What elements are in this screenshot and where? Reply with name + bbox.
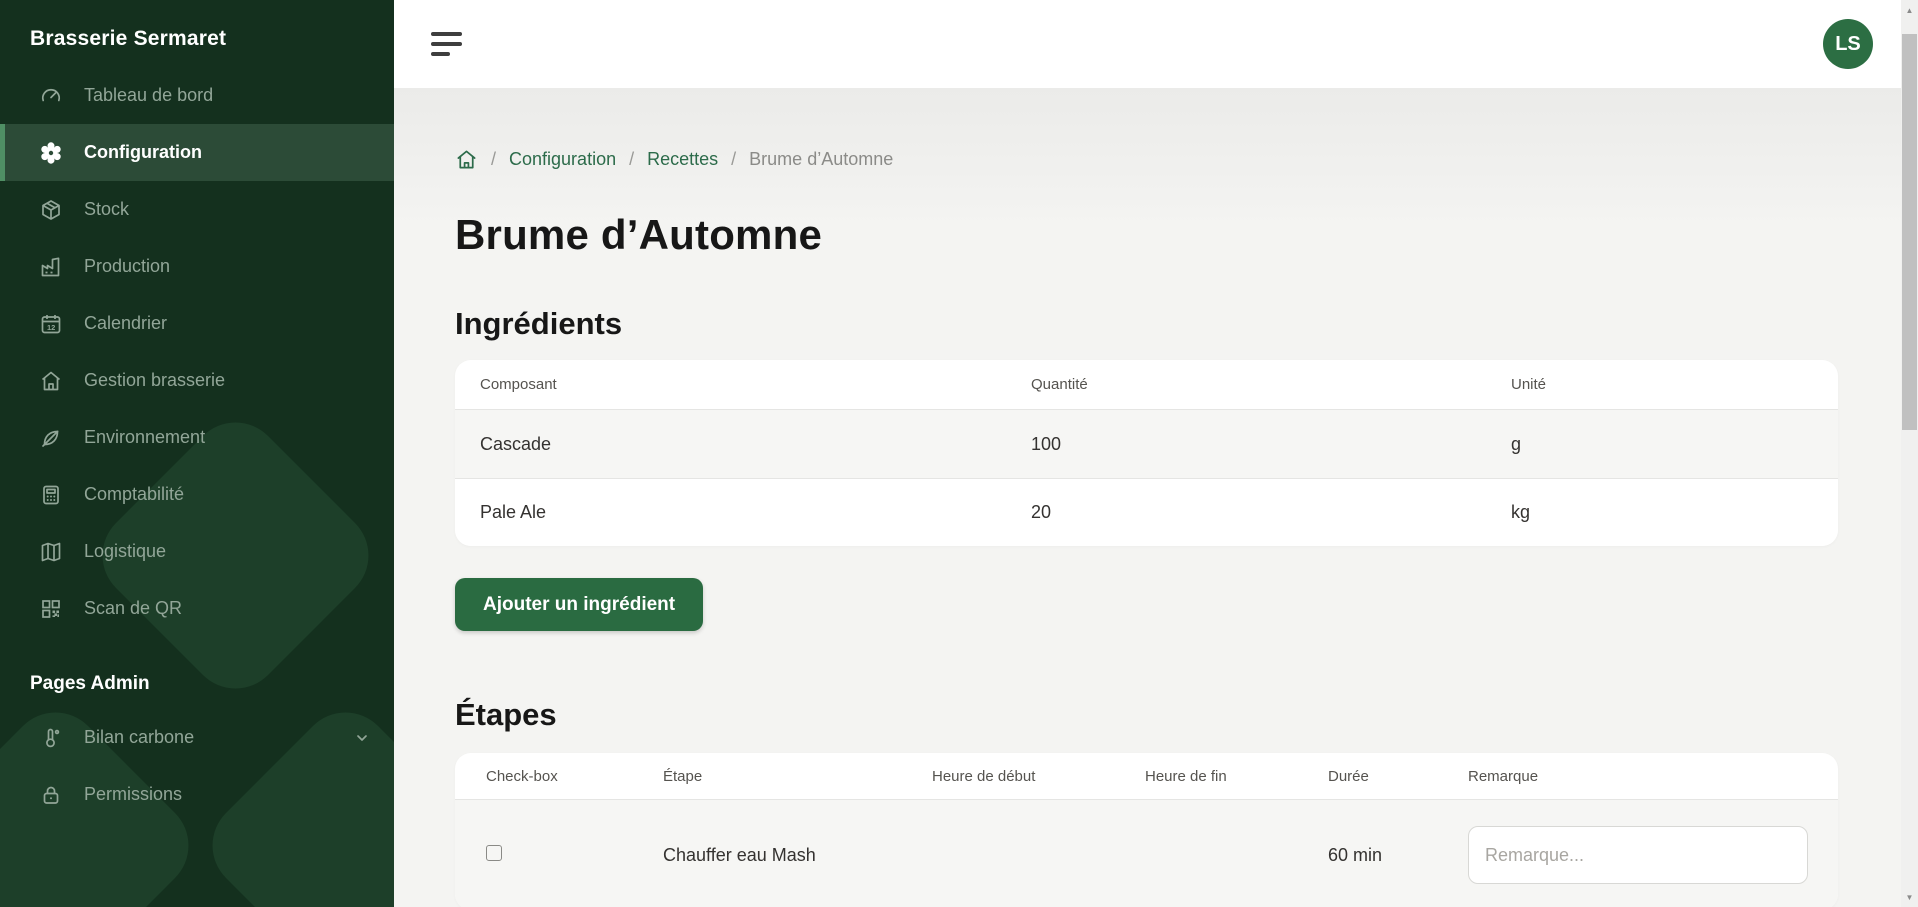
brand-title: Brasserie Sermaret <box>0 0 394 51</box>
topbar: LS <box>394 0 1901 88</box>
main-area: LS / Configuration / Recettes / Brume d’… <box>394 0 1901 907</box>
column-header-quantite: Quantité <box>1006 376 1486 393</box>
calendar-icon: 12 <box>39 312 63 336</box>
box-icon <box>39 198 63 222</box>
cell-unite: g <box>1486 434 1838 455</box>
sidebar-item-label: Comptabilité <box>84 484 184 505</box>
steps-table-header: Check-box Étape Heure de début Heure de … <box>455 753 1838 800</box>
step-row: Chauffer eau Mash 60 min <box>455 800 1838 907</box>
sidebar-item-logistique[interactable]: Logistique <box>0 523 394 580</box>
sidebar-item-label: Tableau de bord <box>84 85 213 106</box>
breadcrumb-separator: / <box>491 149 496 170</box>
leaf-icon <box>39 426 63 450</box>
step-checkbox[interactable] <box>486 845 502 861</box>
sidebar-item-comptabilite[interactable]: Comptabilité <box>0 466 394 523</box>
breadcrumb-separator: / <box>629 149 634 170</box>
scrollbar-up-arrow[interactable]: ▲ <box>1901 2 1918 18</box>
sidebar-item-label: Configuration <box>84 142 202 163</box>
sidebar-item-bilan-carbone[interactable]: Bilan carbone <box>0 709 394 766</box>
cell-composant: Cascade <box>455 434 1006 455</box>
ingredients-table: Composant Quantité Unité Cascade 100 g P… <box>455 360 1838 546</box>
cell-unite: kg <box>1486 502 1838 523</box>
column-header-remarque: Remarque <box>1437 768 1838 785</box>
sidebar-item-production[interactable]: Production <box>0 238 394 295</box>
sidebar-item-tableau-de-bord[interactable]: Tableau de bord <box>0 67 394 124</box>
sidebar-item-label: Calendrier <box>84 313 167 334</box>
scrollbar-down-arrow[interactable]: ▼ <box>1901 889 1918 905</box>
gauge-icon <box>39 84 63 108</box>
ingredients-heading: Ingrédients <box>455 306 1838 342</box>
sidebar-item-label: Production <box>84 256 170 277</box>
sidebar-item-label: Logistique <box>84 541 166 562</box>
sidebar-admin-nav: Bilan carbone Permissions <box>0 709 394 823</box>
sidebar-item-label: Gestion brasserie <box>84 370 225 391</box>
sidebar: Brasserie Sermaret Tableau de bord <box>0 0 394 907</box>
column-header-etape: Étape <box>632 768 901 785</box>
sidebar-item-label: Bilan carbone <box>84 727 194 748</box>
breadcrumb: / Configuration / Recettes / Brume d’Aut… <box>455 148 1838 171</box>
qr-icon <box>39 597 63 621</box>
cell-quantite: 100 <box>1006 434 1486 455</box>
thermometer-icon <box>39 726 63 750</box>
ingredient-row: Pale Ale 20 kg <box>455 479 1838 546</box>
page-content: / Configuration / Recettes / Brume d’Aut… <box>394 88 1901 907</box>
home-icon <box>39 369 63 393</box>
column-header-unite: Unité <box>1486 376 1838 393</box>
sidebar-item-label: Scan de QR <box>84 598 182 619</box>
sidebar-item-label: Stock <box>84 199 129 220</box>
column-header-composant: Composant <box>455 376 1006 393</box>
hamburger-menu-button[interactable] <box>431 32 462 56</box>
user-avatar[interactable]: LS <box>1823 19 1873 69</box>
sidebar-section-pages-admin: Pages Admin <box>0 637 394 695</box>
column-header-heure-fin: Heure de fin <box>1114 768 1297 785</box>
sidebar-item-gestion-brasserie[interactable]: Gestion brasserie <box>0 352 394 409</box>
sidebar-nav: Tableau de bord Configuration <box>0 67 394 637</box>
cell-duree: 60 min <box>1297 845 1437 866</box>
column-header-checkbox: Check-box <box>455 768 632 785</box>
vertical-scrollbar[interactable]: ▲ ▼ <box>1901 0 1918 907</box>
breadcrumb-link-recettes[interactable]: Recettes <box>647 149 718 170</box>
remark-input[interactable] <box>1468 826 1808 884</box>
map-icon <box>39 540 63 564</box>
sidebar-item-label: Permissions <box>84 784 182 805</box>
gear-icon <box>39 141 63 165</box>
steps-table: Check-box Étape Heure de début Heure de … <box>455 753 1838 907</box>
sidebar-item-permissions[interactable]: Permissions <box>0 766 394 823</box>
sidebar-item-environnement[interactable]: Environnement <box>0 409 394 466</box>
breadcrumb-current: Brume d’Automne <box>749 149 893 170</box>
sidebar-item-scan-de-qr[interactable]: Scan de QR <box>0 580 394 637</box>
cell-etape: Chauffer eau Mash <box>632 845 901 866</box>
column-header-duree: Durée <box>1297 768 1437 785</box>
chevron-down-icon <box>354 730 370 746</box>
cell-quantite: 20 <box>1006 502 1486 523</box>
sidebar-item-label: Environnement <box>84 427 205 448</box>
breadcrumb-home-icon[interactable] <box>455 148 478 171</box>
sidebar-item-calendrier[interactable]: 12 Calendrier <box>0 295 394 352</box>
factory-icon <box>39 255 63 279</box>
lock-icon <box>39 783 63 807</box>
add-ingredient-button[interactable]: Ajouter un ingrédient <box>455 578 703 631</box>
svg-text:12: 12 <box>47 323 55 332</box>
breadcrumb-link-configuration[interactable]: Configuration <box>509 149 616 170</box>
cell-composant: Pale Ale <box>455 502 1006 523</box>
calculator-icon <box>39 483 63 507</box>
page-title: Brume d’Automne <box>455 211 1838 259</box>
steps-heading: Étapes <box>455 697 1838 733</box>
app-window: Brasserie Sermaret Tableau de bord <box>0 0 1918 907</box>
sidebar-item-stock[interactable]: Stock <box>0 181 394 238</box>
ingredients-table-header: Composant Quantité Unité <box>455 360 1838 410</box>
ingredient-row: Cascade 100 g <box>455 410 1838 479</box>
sidebar-item-configuration[interactable]: Configuration <box>0 124 394 181</box>
column-header-heure-debut: Heure de début <box>901 768 1114 785</box>
breadcrumb-separator: / <box>731 149 736 170</box>
scrollbar-thumb[interactable] <box>1902 34 1917 430</box>
